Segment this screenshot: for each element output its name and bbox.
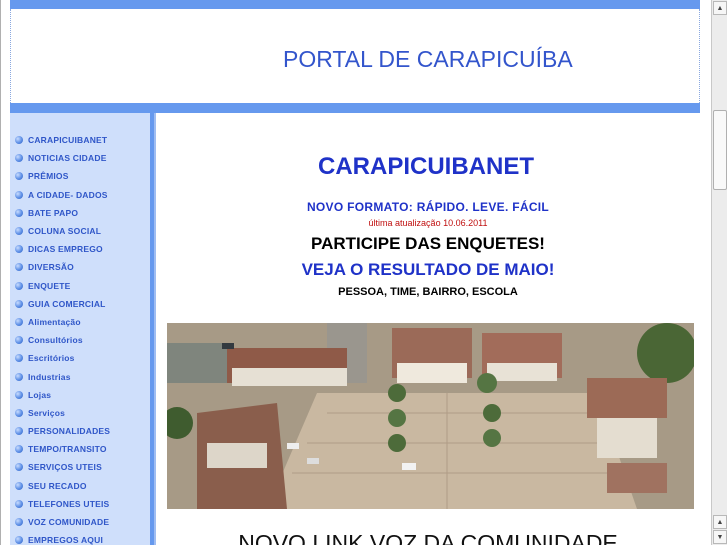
sidebar-item[interactable]: Serviços xyxy=(10,404,110,422)
arrow-down-icon[interactable]: ▼ xyxy=(713,530,727,544)
sidebar: CARAPICUIBANET NOTICIAS CIDADE PRÊMIOS A CI… xyxy=(10,113,154,545)
blue-dot-icon xyxy=(15,136,23,145)
blue-dot-icon xyxy=(15,536,23,545)
scrollbar-thumb[interactable] xyxy=(713,110,727,190)
vertical-scrollbar[interactable]: ▲ ▲ ▼ xyxy=(711,0,727,545)
last-updated: última atualização 10.06.2011 xyxy=(368,218,488,228)
sidebar-item[interactable]: Lojas xyxy=(10,386,110,404)
arrow-up-icon[interactable]: ▲ xyxy=(713,1,727,15)
poll-topics: PESSOA, TIME, BAIRRO, ESCOLA xyxy=(338,286,518,298)
sidebar-menu: CARAPICUIBANET NOTICIAS CIDADE PRÊMIOS A CI… xyxy=(10,131,110,545)
sidebar-item-label: Industrias xyxy=(28,371,71,382)
sidebar-item[interactable]: Consultórios xyxy=(10,331,110,349)
blue-dot-icon xyxy=(15,408,23,417)
sidebar-item-label: DIVERSÃO xyxy=(28,262,74,273)
blue-dot-icon xyxy=(15,299,23,308)
poll-heading[interactable]: PARTICIPE DAS ENQUETES! xyxy=(156,234,700,254)
sidebar-item-label: COLUNA SOCIAL xyxy=(28,226,102,237)
sidebar-item[interactable]: Escritórios xyxy=(10,349,110,367)
sidebar-item[interactable]: A CIDADE- DADOS xyxy=(10,186,110,204)
sidebar-item-label: EMPREGOS AQUI xyxy=(28,535,104,545)
page-left-border xyxy=(0,0,1,545)
sidebar-item[interactable]: GUIA COMERCIAL xyxy=(10,295,110,313)
blue-dot-icon xyxy=(15,154,23,163)
blue-dot-icon xyxy=(15,499,23,508)
main-content: CARAPICUIBANET NOVO FORMATO: RÁPIDO. LEV… xyxy=(154,113,702,545)
aerial-town-photo xyxy=(167,323,694,509)
top-accent-bar xyxy=(10,0,700,9)
sidebar-item-label: CARAPICUIBANET xyxy=(28,135,108,146)
site-title: CARAPICUIBANET xyxy=(318,153,534,180)
header-title: PORTAL DE CARAPICUÍBA xyxy=(283,46,573,72)
sidebar-item-label: Lojas xyxy=(28,389,52,400)
arrow-up-icon[interactable]: ▲ xyxy=(713,515,727,529)
blue-dot-icon xyxy=(15,336,23,345)
sidebar-item-label: VOZ COMUNIDADE xyxy=(28,517,110,528)
sidebar-item[interactable]: COLUNA SOCIAL xyxy=(10,222,110,240)
sidebar-item-label: A CIDADE- DADOS xyxy=(28,189,108,200)
blue-dot-icon xyxy=(15,172,23,181)
blue-dot-icon xyxy=(15,481,23,490)
sidebar-item-label: Serviços xyxy=(28,407,66,418)
blue-dot-icon xyxy=(15,263,23,272)
blue-dot-icon xyxy=(15,317,23,326)
blue-dot-icon xyxy=(15,445,23,454)
sidebar-item[interactable]: SEU RECADO xyxy=(10,477,110,495)
blue-dot-icon xyxy=(15,354,23,363)
sidebar-item[interactable]: BATE PAPO xyxy=(10,204,110,222)
sidebar-item[interactable]: SERVIÇOS UTEIS xyxy=(10,458,110,476)
sidebar-item[interactable]: TEMPO/TRANSITO xyxy=(10,440,110,458)
sidebar-item[interactable]: DIVERSÃO xyxy=(10,258,110,276)
sidebar-item[interactable]: CARAPICUIBANET xyxy=(10,131,110,149)
sidebar-item-label: BATE PAPO xyxy=(28,207,79,218)
sidebar-item-label: TEMPO/TRANSITO xyxy=(28,444,107,455)
sidebar-item-label: ENQUETE xyxy=(28,280,71,291)
sidebar-item[interactable]: PRÊMIOS xyxy=(10,167,110,185)
sidebar-item-label: TELEFONES UTEIS xyxy=(28,498,110,509)
sidebar-item-label: Consultórios xyxy=(28,335,83,346)
blue-dot-icon xyxy=(15,190,23,199)
header-bottom-bar xyxy=(10,103,700,113)
community-link-heading[interactable]: NOVO LINK VOZ DA COMUNIDADE xyxy=(156,530,700,545)
blue-dot-icon xyxy=(15,372,23,381)
blue-dot-icon xyxy=(15,390,23,399)
sidebar-item-label: SEU RECADO xyxy=(28,480,87,491)
sidebar-item[interactable]: PERSONALIDADES xyxy=(10,422,110,440)
blue-dot-icon xyxy=(15,463,23,472)
blue-dot-icon xyxy=(15,245,23,254)
sidebar-item[interactable]: Industrias xyxy=(10,367,110,385)
sidebar-item-label: PERSONALIDADES xyxy=(28,426,111,437)
sidebar-item[interactable]: VOZ COMUNIDADE xyxy=(10,513,110,531)
sidebar-item-label: DICAS EMPREGO xyxy=(28,244,103,255)
sidebar-item-label: PRÊMIOS xyxy=(28,171,69,182)
blue-dot-icon xyxy=(15,427,23,436)
blue-dot-icon xyxy=(15,281,23,290)
page: PORTAL DE CARAPICUÍBA CARAPICUIBANET NOTI… xyxy=(0,0,711,545)
sidebar-item[interactable]: NOTICIAS CIDADE xyxy=(10,149,110,167)
sidebar-item-label: NOTICIAS CIDADE xyxy=(28,153,107,164)
sidebar-item[interactable]: TELEFONES UTEIS xyxy=(10,495,110,513)
sidebar-item-label: SERVIÇOS UTEIS xyxy=(28,462,102,473)
blue-dot-icon xyxy=(15,518,23,527)
sidebar-item[interactable]: ENQUETE xyxy=(10,277,110,295)
poll-result-link[interactable]: VEJA O RESULTADO DE MAIO! xyxy=(156,260,700,280)
sidebar-item[interactable]: DICAS EMPREGO xyxy=(10,240,110,258)
header: PORTAL DE CARAPICUÍBA xyxy=(10,9,700,103)
sidebar-item-label: Alimentação xyxy=(28,316,81,327)
blue-dot-icon xyxy=(15,208,23,217)
sidebar-item-label: Escritórios xyxy=(28,353,75,364)
sidebar-item[interactable]: EMPREGOS AQUI xyxy=(10,531,110,545)
blue-dot-icon xyxy=(15,227,23,236)
tagline: NOVO FORMATO: RÁPIDO. LEVE. FÁCIL xyxy=(306,200,550,214)
sidebar-item[interactable]: Alimentação xyxy=(10,313,110,331)
sidebar-item-label: GUIA COMERCIAL xyxy=(28,298,106,309)
